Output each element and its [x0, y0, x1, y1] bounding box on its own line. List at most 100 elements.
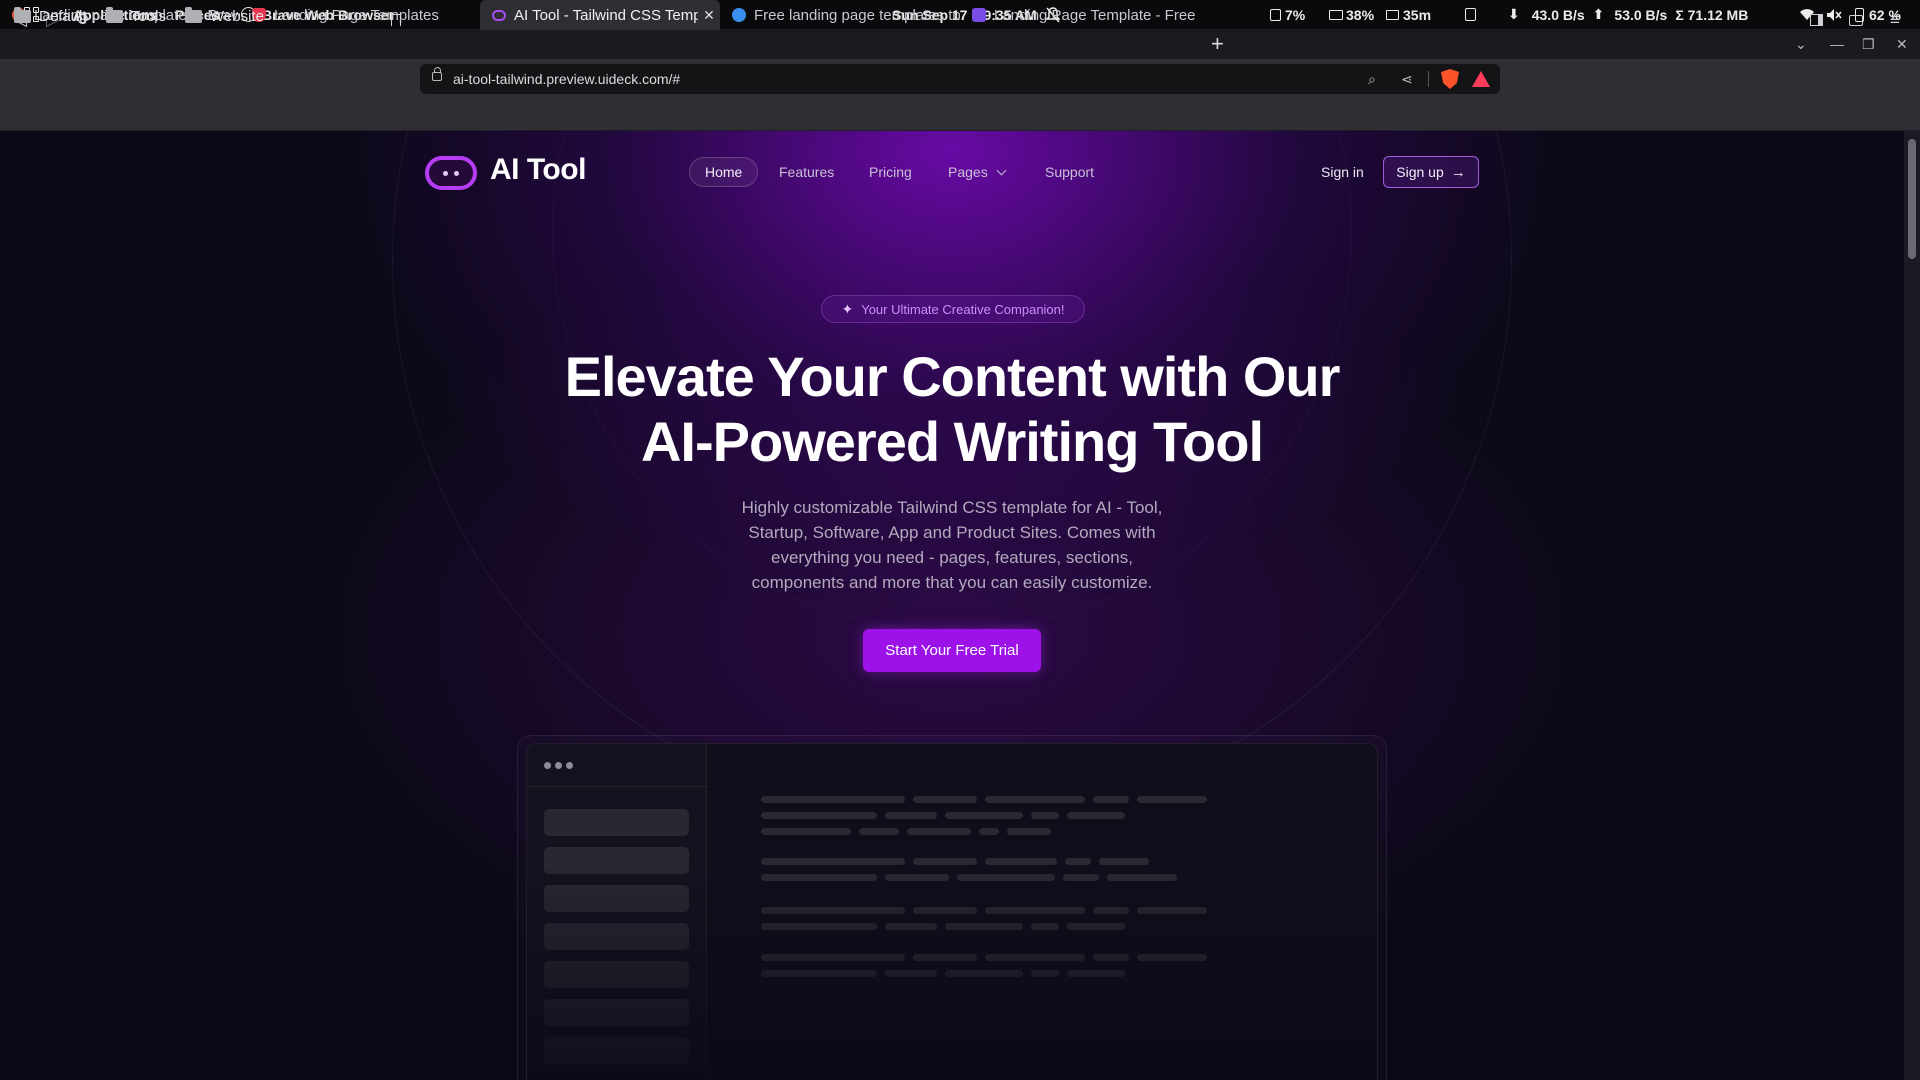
tab-landing-page-templates[interactable]: Landing Page Templates	[240, 0, 480, 30]
bookmark-label: Default	[39, 7, 87, 25]
mockup-text-line	[1031, 812, 1059, 819]
mockup-divider	[527, 786, 707, 787]
mockup-text-line	[945, 812, 1023, 819]
folder-icon	[106, 6, 123, 23]
bookmark-folder-tools[interactable]: Tools	[106, 0, 166, 32]
bookmark-folder-default[interactable]: Default	[14, 0, 87, 32]
arrow-right-icon: →	[1450, 163, 1466, 181]
tab-title: Free landing page templates to	[754, 6, 960, 24]
download-arrow-icon: ⬇	[1508, 6, 1520, 22]
clipboard-icon[interactable]	[1465, 0, 1476, 29]
mockup-text-line	[859, 828, 899, 835]
start-free-trial-button[interactable]: Start Your Free Trial	[863, 629, 1041, 672]
bookmark-label: Tools	[131, 7, 167, 25]
monitor-icon	[1386, 9, 1399, 20]
web-page: AI Tool Home Features Pricing Pages Supp…	[0, 131, 1904, 1080]
address-bar[interactable]: ai-tool-tailwind.preview.uideck.com/# ⌕ …	[420, 64, 1500, 94]
nav-home[interactable]: Home	[689, 157, 759, 187]
mockup-text-line	[1137, 796, 1207, 803]
sidebar-toggle-icon[interactable]	[1810, 0, 1823, 40]
tab-title: Landing Page Templates	[274, 6, 439, 24]
tab-landing-page-template-free[interactable]: Landing Page Template - Free	[960, 0, 1200, 30]
mockup-sidebar-item	[544, 809, 689, 836]
sign-in-link[interactable]: Sign in	[1321, 157, 1364, 187]
mockup-text-line	[907, 828, 971, 835]
mockup-text-line	[985, 796, 1085, 803]
sparkle-icon: ✦	[841, 300, 854, 317]
cpu-icon	[1270, 8, 1281, 21]
mockup-text-line	[761, 812, 877, 819]
address-url[interactable]: ai-tool-tailwind.preview.uideck.com/#	[453, 64, 680, 94]
bookmark-label: Website	[210, 7, 264, 25]
hero-badge: ✦ Your Ultimate Creative Companion!	[821, 295, 1085, 323]
new-tab-button[interactable]: +	[1211, 29, 1224, 59]
nav-pages-label: Pages	[948, 164, 988, 180]
tab-favicon	[732, 8, 746, 22]
minimize-window-icon[interactable]: —	[1830, 29, 1844, 59]
app-preview-window	[526, 743, 1378, 1080]
tab-ai-tool[interactable]: AI Tool - Tailwind CSS Template ✕	[480, 0, 720, 30]
bookmarks-bar	[0, 99, 1920, 131]
sign-up-button[interactable]: Sign up →	[1383, 156, 1479, 188]
memory-indicator[interactable]: 38%	[1329, 0, 1374, 29]
zoom-icon[interactable]: ⌕	[1368, 64, 1376, 94]
main-menu-icon[interactable]: ≡	[1890, 0, 1900, 40]
uptime-indicator[interactable]: 35m	[1386, 0, 1431, 29]
nav-support[interactable]: Support	[1045, 157, 1094, 187]
logo-mark-icon[interactable]	[425, 156, 477, 190]
hero-title-line-2: AI-Powered Writing Tool	[640, 410, 1264, 473]
page-scrollbar[interactable]	[1904, 131, 1920, 1080]
tab-favicon	[492, 9, 506, 21]
download-speed: 43.0 B/s	[1531, 6, 1585, 23]
hero-title: Elevate Your Content with Our AI-Powered…	[452, 344, 1452, 474]
tab-free-landing-page-templates[interactable]: Free landing page templates to	[720, 0, 960, 30]
uptime-value: 35m	[1403, 6, 1432, 23]
volume-muted-icon[interactable]	[1826, 0, 1842, 29]
brave-shields-icon[interactable]	[1441, 64, 1459, 94]
nav-features[interactable]: Features	[779, 157, 834, 187]
chevron-down-icon	[996, 165, 1007, 175]
nav-pages[interactable]: Pages	[948, 157, 1007, 187]
mockup-fade-overlay	[527, 864, 1377, 1080]
wallet-icon[interactable]	[1849, 0, 1863, 40]
upload-speed: 53.0 B/s	[1614, 6, 1668, 23]
mockup-text-line	[761, 828, 851, 835]
mockup-text-line	[1067, 812, 1125, 819]
app-preview-mockup	[517, 735, 1387, 1080]
mockup-text-line	[1007, 828, 1051, 835]
memory-value: 38%	[1346, 6, 1375, 23]
folder-icon	[14, 6, 31, 23]
tab-title: Landing Page Template - Free	[994, 6, 1196, 24]
brave-rewards-icon[interactable]	[1472, 64, 1490, 94]
tab-list-chevron-icon[interactable]: ⌄	[1795, 29, 1807, 59]
mockup-text-line	[979, 828, 999, 835]
hero-subtitle: Highly customizable Tailwind CSS templat…	[741, 498, 1163, 592]
tab-favicon	[972, 8, 986, 22]
hero-badge-text: Your Ultimate Creative Companion!	[861, 301, 1065, 317]
window-dots-icon	[544, 762, 573, 769]
mockup-text-line	[913, 796, 977, 803]
tab-strip	[0, 29, 1920, 59]
cpu-indicator[interactable]: 7%	[1270, 0, 1305, 29]
site-logo[interactable]: AI Tool	[490, 153, 586, 187]
folder-icon	[185, 6, 202, 23]
network-speed-indicator[interactable]: ⬇ 43.0 B/s ⬆ 53.0 B/s Σ 71.12 MB	[1508, 0, 1748, 29]
toolbar-divider	[1428, 71, 1429, 87]
cpu-value: 7%	[1285, 6, 1306, 23]
upload-arrow-icon: ⬆	[1592, 6, 1605, 22]
share-icon[interactable]: ⋖	[1401, 64, 1413, 94]
hero-title-line-1: Elevate Your Content with Our	[564, 345, 1341, 408]
tab-title: AI Tool - Tailwind CSS Template	[514, 6, 698, 24]
lock-icon	[432, 67, 442, 81]
bookmark-folder-website[interactable]: Website	[185, 0, 264, 32]
total-traffic: Σ 71.12 MB	[1675, 6, 1749, 23]
close-tab-icon[interactable]: ✕	[698, 7, 720, 24]
mockup-text-line	[885, 812, 937, 819]
scrollbar-thumb[interactable]	[1908, 139, 1916, 259]
sign-up-label: Sign up	[1396, 164, 1444, 180]
memory-icon	[1329, 9, 1343, 20]
mockup-text-line	[1093, 796, 1129, 803]
nav-pricing[interactable]: Pricing	[869, 157, 912, 187]
restore-window-icon[interactable]: ❐	[1862, 29, 1875, 59]
bookmark-page-icon[interactable]	[391, 0, 401, 40]
